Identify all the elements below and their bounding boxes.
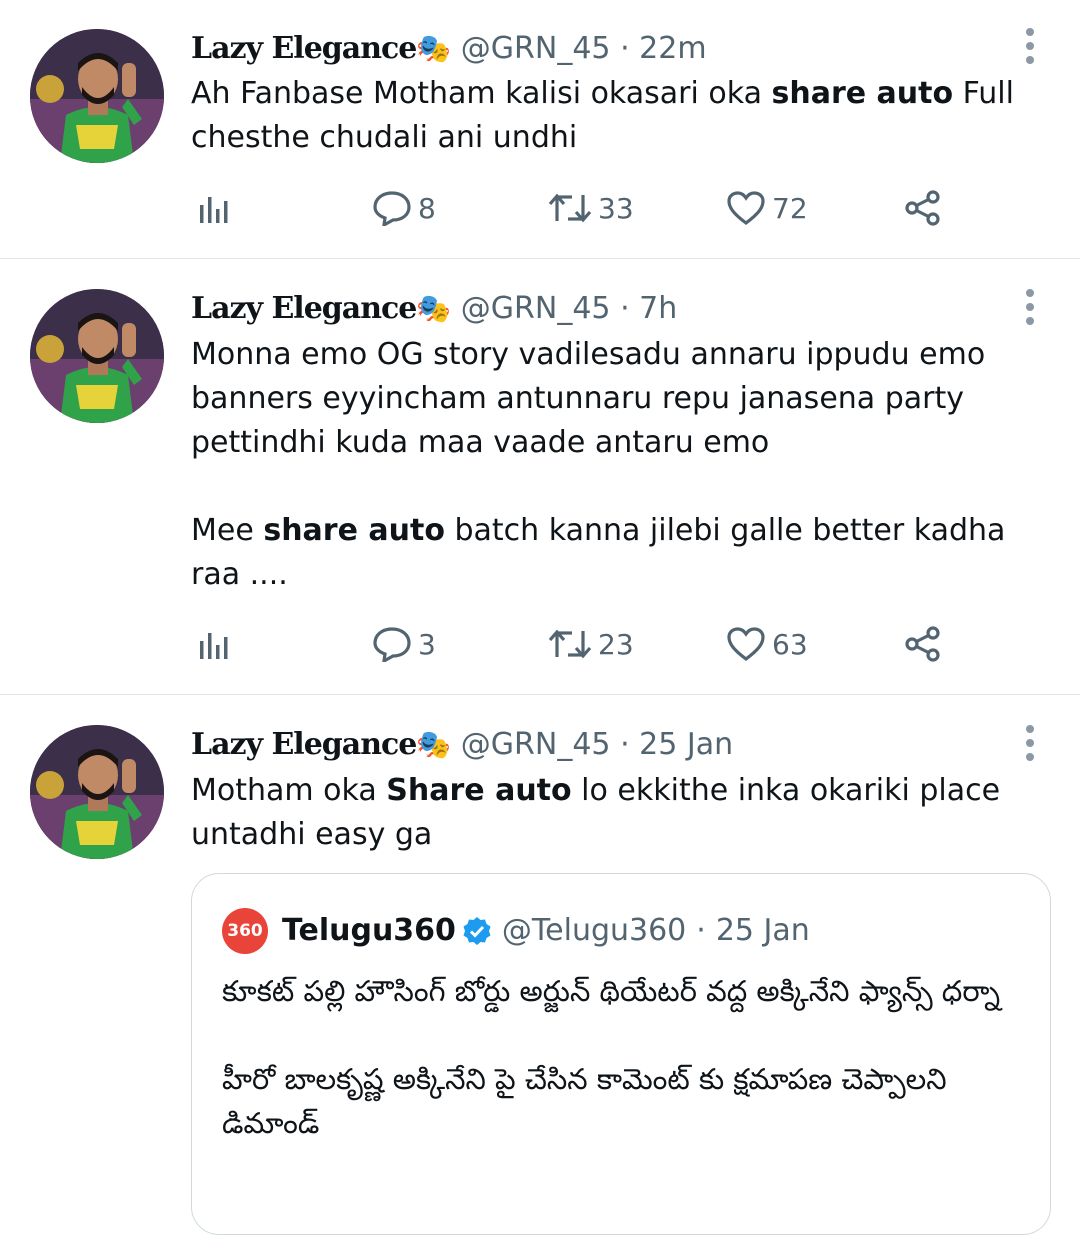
quoted-handle[interactable]: @Telugu360 (502, 911, 686, 951)
tweet-header: Lazy Elegance🎭 @GRN_45 · 7h (191, 289, 677, 329)
share-icon (905, 626, 940, 662)
display-name[interactable]: Lazy Elegance (191, 727, 417, 762)
reply-button[interactable]: 3 (372, 619, 436, 669)
highlight-text: Share auto (386, 773, 572, 808)
tweet[interactable]: Lazy Elegance🎭 @GRN_45 · 22m Ah Fanbase … (0, 0, 1080, 258)
display-name[interactable]: Lazy Elegance (191, 291, 417, 326)
highlight-text: share auto (771, 76, 954, 111)
share-icon (905, 190, 940, 226)
tweet-text: Ah Fanbase Motham kalisi okasari oka sha… (191, 76, 1014, 155)
quoted-tweet-header: 360 Telugu360 @Telugu360 · 25 Jan (222, 908, 810, 954)
action-bar: 8 33 72 (0, 183, 1080, 233)
like-icon (727, 627, 765, 662)
mask-emoji-icon: 🎭 (416, 292, 452, 325)
handle[interactable]: @GRN_45 (461, 31, 611, 66)
analytics-icon (200, 633, 228, 659)
like-icon (727, 191, 765, 226)
action-bar: 3 23 63 (0, 619, 1080, 669)
separator-dot: · (620, 727, 630, 762)
display-name[interactable]: Lazy Elegance (191, 31, 417, 66)
reply-icon (373, 627, 411, 662)
more-icon[interactable] (1018, 28, 1042, 72)
analytics-icon (200, 197, 228, 223)
like-count: 63 (772, 627, 808, 661)
quoted-timestamp[interactable]: 25 Jan (716, 911, 810, 951)
retweet-icon (548, 193, 592, 223)
handle[interactable]: @GRN_45 (461, 727, 611, 762)
mask-emoji-icon: 🎭 (416, 32, 452, 65)
tweet-header: Lazy Elegance🎭 @GRN_45 · 22m (191, 29, 707, 69)
telugu360-logo[interactable]: 360 (222, 908, 268, 954)
avatar[interactable] (30, 29, 164, 163)
reply-icon (373, 191, 411, 226)
separator-dot: · (620, 31, 630, 66)
like-button[interactable]: 72 (726, 183, 808, 233)
highlight-text: share auto (263, 513, 445, 548)
avatar[interactable] (30, 289, 164, 423)
retweet-button[interactable]: 23 (548, 619, 634, 669)
more-icon[interactable] (1018, 725, 1042, 769)
tweet-text: Motham oka Share auto lo ekkithe inka ok… (191, 773, 1001, 852)
timestamp[interactable]: 7h (639, 291, 677, 326)
handle[interactable]: @GRN_45 (461, 291, 611, 326)
share-button[interactable] (904, 183, 942, 233)
retweet-count: 23 (598, 627, 634, 661)
quoted-display-name[interactable]: Telugu360 (282, 911, 456, 951)
mask-emoji-icon: 🎭 (416, 728, 452, 761)
tweet[interactable]: Lazy Elegance🎭 @GRN_45 · 7h Monna emo OG… (0, 259, 1080, 694)
reply-count: 3 (418, 627, 436, 661)
more-icon[interactable] (1018, 289, 1042, 333)
timestamp[interactable]: 25 Jan (639, 727, 733, 762)
separator-dot: · (620, 291, 630, 326)
retweet-icon (548, 629, 592, 659)
reply-count: 8 (418, 191, 436, 225)
tweet-header: Lazy Elegance🎭 @GRN_45 · 25 Jan (191, 725, 733, 765)
quoted-tweet-text: కూకట్ పల్లి హౌసింగ్ బోర్డు అర్జున్ థియేట… (222, 974, 1001, 1140)
avatar[interactable] (30, 725, 164, 859)
like-count: 72 (772, 191, 808, 225)
like-button[interactable]: 63 (726, 619, 808, 669)
analytics-button[interactable] (198, 619, 232, 669)
timestamp[interactable]: 22m (639, 31, 706, 66)
verified-badge-icon (463, 917, 491, 945)
analytics-button[interactable] (198, 183, 232, 233)
retweet-count: 33 (598, 191, 634, 225)
reply-button[interactable]: 8 (372, 183, 436, 233)
share-button[interactable] (904, 619, 942, 669)
tweet-text: Monna emo OG story vadilesadu annaru ipp… (191, 337, 1006, 592)
quoted-tweet[interactable]: 360 Telugu360 @Telugu360 · 25 Jan కూకట్ … (191, 873, 1051, 1235)
separator-dot: · (696, 913, 706, 948)
retweet-button[interactable]: 33 (548, 183, 634, 233)
